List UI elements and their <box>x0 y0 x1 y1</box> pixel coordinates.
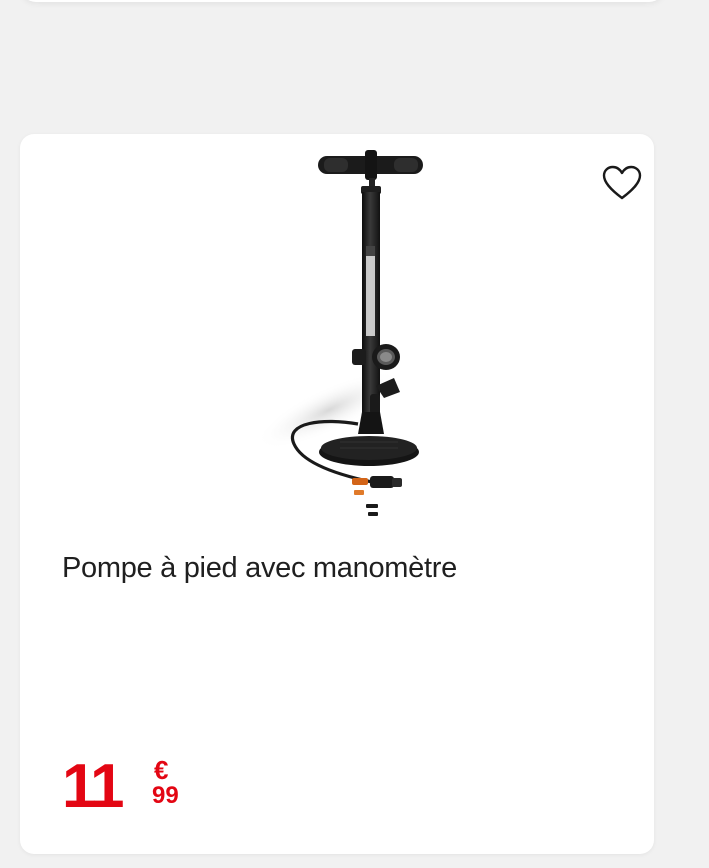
product-card[interactable]: Pompe à pied avec manomètre 11 € 99 <box>20 134 654 854</box>
price-currency: € <box>154 755 169 785</box>
price-cents: 99 <box>152 782 179 809</box>
heart-icon <box>602 165 642 200</box>
price-integer: 11 <box>62 752 125 821</box>
floor-pump-image[interactable] <box>244 142 464 522</box>
product-title[interactable]: Pompe à pied avec manomètre <box>62 552 457 585</box>
wishlist-button[interactable] <box>601 162 643 204</box>
previous-product-card[interactable] <box>20 0 665 2</box>
